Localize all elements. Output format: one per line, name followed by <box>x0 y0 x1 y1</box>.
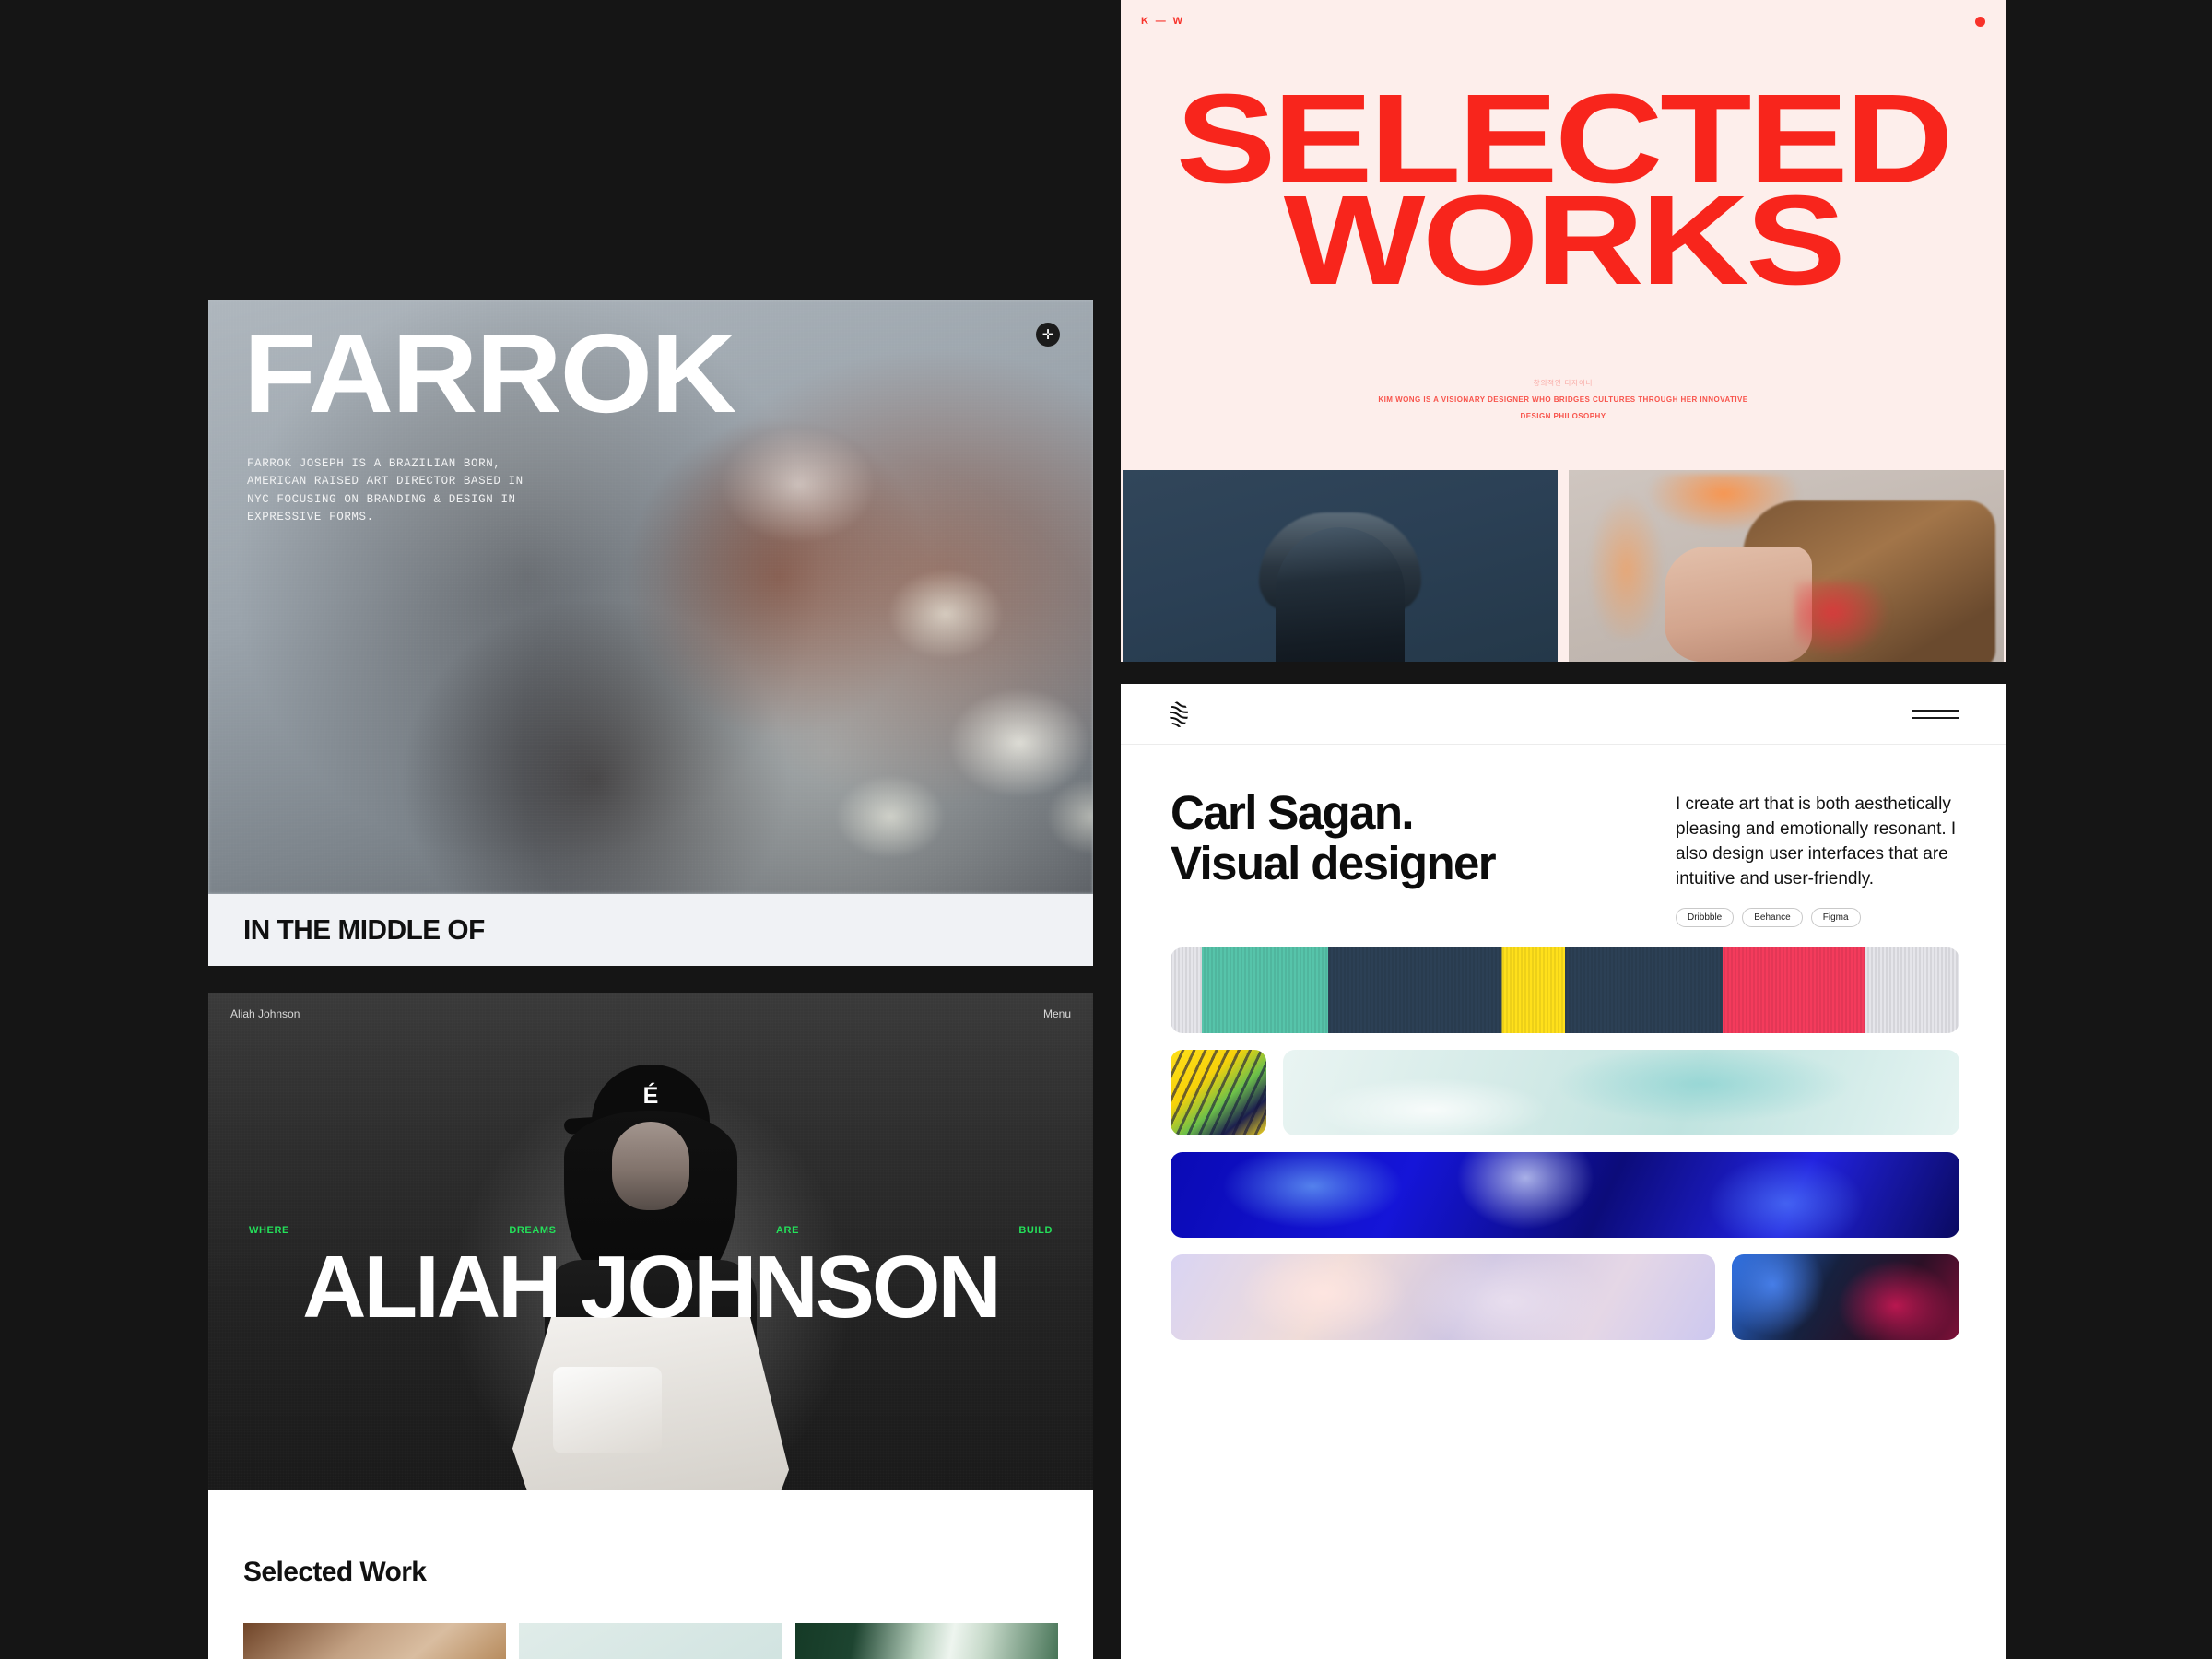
sagan-social-pills: Dribbble Behance Figma <box>1676 907 1959 927</box>
works-image-right[interactable] <box>1569 470 2004 662</box>
farrok-title: FARROK <box>243 311 736 436</box>
pill-behance[interactable]: Behance <box>1742 907 1803 927</box>
works-image-left-head <box>1276 527 1405 662</box>
works-subtitle-block: 창의적인 디자이너 KIM WONG IS A VISIONARY DESIGN… <box>1121 378 2006 424</box>
farrok-footer-text: IN THE MIDDLE OF <box>243 913 485 946</box>
aliah-tag-where: WHERE <box>249 1225 289 1236</box>
sagan-gallery <box>1171 947 1959 1622</box>
aliah-cap-letter: É <box>642 1083 659 1109</box>
card-carl-sagan[interactable]: Carl Sagan. Visual designer I create art… <box>1121 684 2006 1659</box>
aliah-tag-build: BUILD <box>1018 1225 1053 1236</box>
aliah-menu-button[interactable]: Menu <box>1043 1007 1071 1020</box>
sagan-gallery-row-1 <box>1171 947 1959 1033</box>
aliah-bag <box>553 1367 662 1453</box>
card-farrok[interactable]: FARROK FARROK JOSEPH IS A BRAZILIAN BORN… <box>208 300 1093 966</box>
aliah-section-title: Selected Work <box>243 1557 427 1587</box>
striped-sphere-logo[interactable] <box>1167 699 1191 730</box>
sagan-right-column: I create art that is both aesthetically … <box>1676 787 1959 927</box>
sagan-gallery-item-glitch[interactable] <box>1171 947 1959 1033</box>
sagan-gallery-item-mint-liquid[interactable] <box>1283 1050 1959 1135</box>
works-image-right-redlight <box>1794 581 1891 658</box>
pill-figma[interactable]: Figma <box>1810 907 1861 927</box>
sagan-header-block: Carl Sagan. Visual designer I create art… <box>1171 787 1959 927</box>
sagan-gallery-item-neon-portrait[interactable] <box>1731 1254 1959 1340</box>
works-subtitle-english: KIM WONG IS A VISIONARY DESIGNER WHO BRI… <box>1378 395 1748 420</box>
farrok-description: FARROK JOSEPH IS A BRAZILIAN BORN, AMERI… <box>247 457 524 524</box>
aliah-face <box>612 1122 689 1210</box>
sagan-gallery-item-yellow-marble[interactable] <box>1171 1050 1266 1135</box>
hamburger-line <box>1912 716 1959 719</box>
aliah-tag-are: ARE <box>775 1225 800 1236</box>
card-aliah-johnson[interactable]: É Aliah Johnson Menu WHERE DREAMS ARE BU… <box>208 993 1093 1659</box>
sagan-gallery-row-4 <box>1171 1254 1959 1340</box>
aliah-tag-dreams: DREAMS <box>509 1225 557 1236</box>
page-canvas: FARROK FARROK JOSEPH IS A BRAZILIAN BORN… <box>0 0 2212 1659</box>
works-navbar: K — W <box>1121 0 2006 42</box>
works-image-right-face <box>1664 547 1813 662</box>
works-image-left[interactable] <box>1123 470 1558 662</box>
sagan-gallery-row-3 <box>1171 1152 1959 1238</box>
sagan-name: Carl Sagan. Visual designer <box>1171 786 1497 890</box>
works-title-line-2: WORKS <box>1283 170 1846 312</box>
plus-icon[interactable]: ✛ <box>1036 323 1060 347</box>
sagan-gallery-item-blue-chrome[interactable] <box>1171 1152 1959 1238</box>
aliah-navbar: Aliah Johnson Menu <box>208 993 1093 1035</box>
sagan-bio: I create art that is both aesthetically … <box>1676 794 1957 888</box>
pill-dribbble[interactable]: Dribbble <box>1676 907 1735 927</box>
sagan-gallery-row-2 <box>1171 1050 1959 1135</box>
aliah-thumb-2[interactable] <box>519 1623 782 1659</box>
hamburger-line <box>1912 709 1959 712</box>
works-logo[interactable]: K — W <box>1141 16 1184 27</box>
aliah-selected-work-section: Selected Work <box>208 1490 1093 1659</box>
aliah-thumb-3[interactable] <box>794 1623 1058 1659</box>
aliah-tagline-row: WHERE DREAMS ARE BUILD <box>208 1225 1093 1236</box>
aliah-thumb-1[interactable] <box>243 1623 507 1659</box>
aliah-thumbnail-row <box>243 1623 1058 1659</box>
sagan-navbar <box>1121 684 2006 745</box>
farrok-footer: IN THE MIDDLE OF <box>208 894 1093 966</box>
works-title: SELECTED WORKS <box>1121 76 2006 312</box>
works-image-row <box>1121 470 2006 662</box>
hamburger-menu-icon[interactable] <box>1912 709 1959 719</box>
aliah-big-name: ALIAH JOHNSON <box>302 1238 1002 1336</box>
works-subtitle-korean: 창의적인 디자이너 <box>1533 379 1594 387</box>
aliah-brand[interactable]: Aliah Johnson <box>230 1007 300 1020</box>
record-dot-icon[interactable] <box>1975 16 1985 27</box>
card-selected-works[interactable]: K — W SELECTED WORKS 창의적인 디자이너 KIM WONG … <box>1121 0 2006 662</box>
sagan-gallery-item-pink-marble[interactable] <box>1171 1254 1715 1340</box>
